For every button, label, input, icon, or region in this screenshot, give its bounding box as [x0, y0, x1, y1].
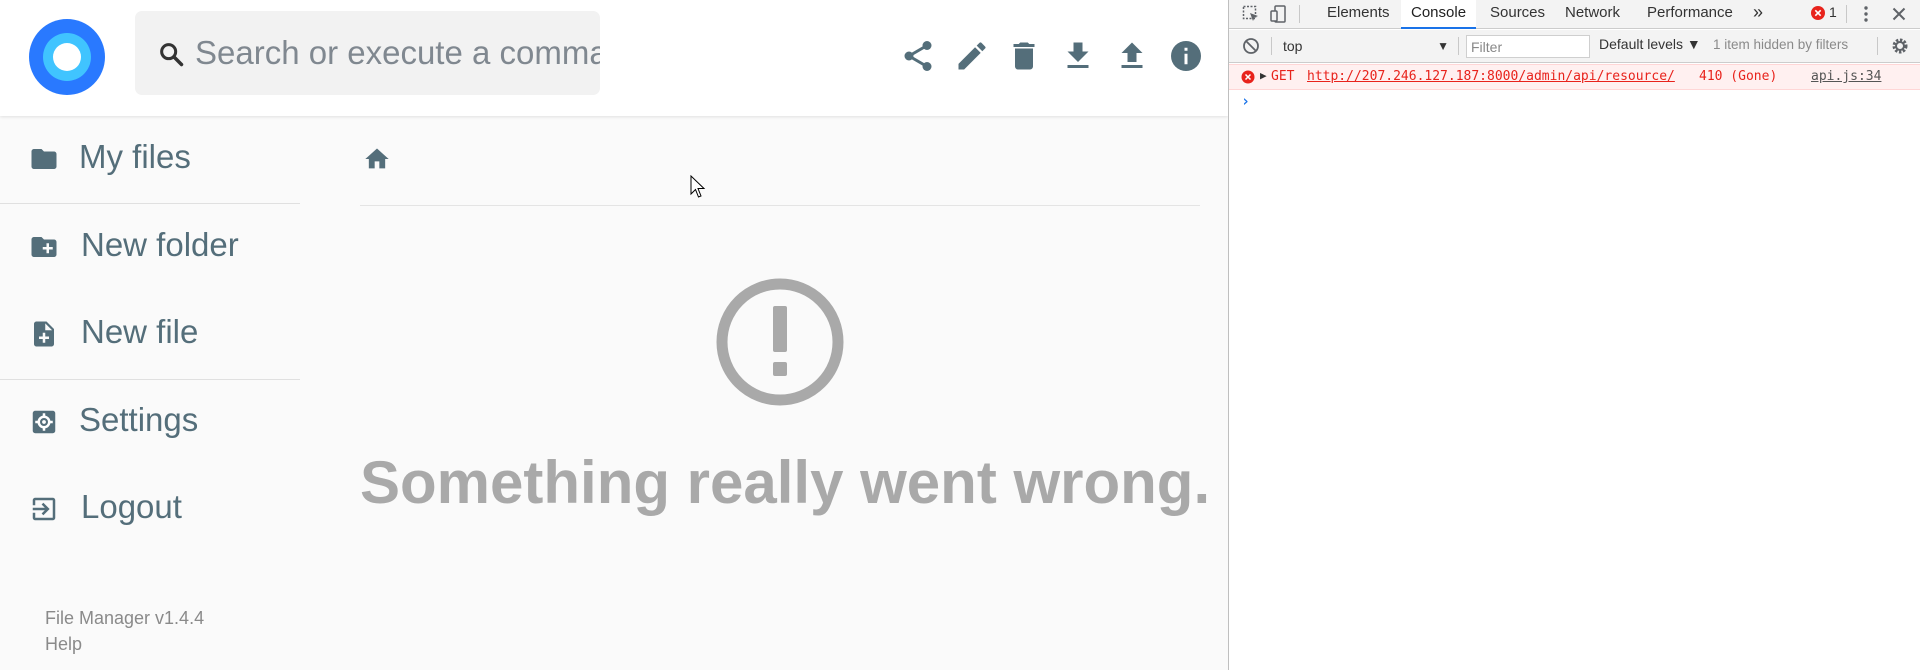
error-count: 1: [1829, 4, 1837, 20]
new-file-icon: [34, 321, 54, 347]
request-url-link[interactable]: http://207.246.127.187:8000/admin/api/re…: [1307, 69, 1675, 84]
sidebar-item-label: My files: [79, 138, 191, 175]
sidebar-divider: [0, 379, 300, 380]
logout-icon: [32, 497, 56, 521]
app-logo[interactable]: [29, 19, 105, 95]
console-settings-icon[interactable]: [1890, 36, 1910, 56]
sidebar: My files New folder New file Settings Lo…: [0, 116, 300, 670]
info-button[interactable]: [1168, 38, 1204, 74]
new-folder-icon: [31, 237, 57, 257]
console-error-row[interactable]: ▶ GET http://207.246.127.187:8000/admin/…: [1229, 64, 1920, 90]
device-toolbar-icon[interactable]: [1269, 4, 1289, 24]
sidebar-item-new-file[interactable]: New file: [0, 305, 300, 367]
toolbar-separator: [1846, 5, 1847, 23]
share-icon: [904, 41, 932, 71]
trash-icon: [1013, 42, 1035, 70]
toolbar-separator: [1877, 37, 1878, 55]
toolbar-separator: [1458, 37, 1459, 55]
context-value: top: [1283, 38, 1303, 54]
app-header: [0, 0, 1228, 116]
error-message: Something really went wrong.: [360, 449, 1211, 516]
upload-button[interactable]: [1114, 38, 1150, 74]
rename-button[interactable]: [954, 38, 990, 74]
error-icon: [1241, 70, 1255, 84]
hidden-items-note: 1 item hidden by filters: [1713, 37, 1849, 52]
settings-icon: [32, 410, 56, 434]
help-link[interactable]: Help: [45, 634, 82, 655]
download-button[interactable]: [1060, 38, 1096, 74]
info-icon: [1171, 41, 1201, 71]
clear-console-icon[interactable]: [1241, 36, 1261, 56]
console-filter-input[interactable]: [1466, 35, 1590, 58]
pencil-icon: [958, 42, 986, 70]
sidebar-item-settings[interactable]: Settings: [0, 393, 300, 455]
console-prompt[interactable]: ›: [1241, 92, 1250, 110]
context-selector[interactable]: top ▼: [1277, 35, 1453, 58]
kebab-menu-icon[interactable]: [1856, 4, 1876, 24]
toolbar-separator: [1271, 37, 1272, 55]
response-status: 410 (Gone): [1699, 69, 1778, 84]
exclamation-circle-icon: [716, 278, 844, 406]
breadcrumb-divider: [360, 205, 1200, 206]
delete-button[interactable]: [1006, 38, 1042, 74]
tab-console[interactable]: Console: [1401, 0, 1477, 29]
search-box[interactable]: [135, 11, 600, 95]
share-button[interactable]: [900, 38, 936, 74]
dropdown-caret-icon: ▼: [1437, 39, 1449, 53]
sidebar-item-label: Settings: [79, 401, 199, 438]
home-icon[interactable]: [363, 145, 391, 173]
tab-sources[interactable]: Sources: [1480, 0, 1555, 29]
sidebar-item-new-folder[interactable]: New folder: [0, 218, 300, 280]
sidebar-item-label: New file: [81, 313, 199, 350]
toolbar-separator: [1299, 5, 1300, 23]
search-icon: [160, 43, 184, 67]
tab-performance[interactable]: Performance: [1637, 0, 1743, 29]
error-badge-icon[interactable]: [1810, 5, 1826, 21]
log-levels-dropdown[interactable]: Default levels ▼: [1599, 36, 1701, 52]
tab-elements[interactable]: Elements: [1317, 0, 1400, 29]
app-version: File Manager v1.4.4: [45, 608, 205, 628]
download-icon: [1067, 42, 1089, 68]
source-file-link[interactable]: api.js:34: [1811, 69, 1881, 84]
request-method: GET: [1271, 69, 1295, 84]
more-tabs-button[interactable]: »: [1743, 0, 1773, 29]
inspect-element-icon[interactable]: [1241, 4, 1261, 24]
expand-triangle-icon[interactable]: ▶: [1260, 69, 1267, 82]
close-icon[interactable]: [1889, 4, 1909, 24]
devtools-tabbar: Elements Console Sources Network Perform…: [1229, 0, 1920, 29]
folder-icon: [31, 149, 57, 169]
file-manager-app: My files New folder New file Settings: [0, 0, 1228, 670]
search-input[interactable]: [195, 27, 600, 79]
sidebar-item-logout[interactable]: Logout: [0, 480, 300, 542]
console-toolbar: top ▼ Default levels ▼ 1 item hidden by …: [1229, 30, 1920, 63]
sidebar-item-label: New folder: [81, 226, 239, 263]
mouse-cursor-icon: [690, 175, 706, 198]
sidebar-item-label: Logout: [81, 488, 182, 525]
devtools-panel: Elements Console Sources Network Perform…: [1228, 0, 1920, 670]
tab-network[interactable]: Network: [1555, 0, 1630, 29]
upload-icon: [1121, 42, 1143, 68]
sidebar-divider: [0, 203, 300, 204]
sidebar-item-my-files[interactable]: My files: [0, 130, 300, 192]
